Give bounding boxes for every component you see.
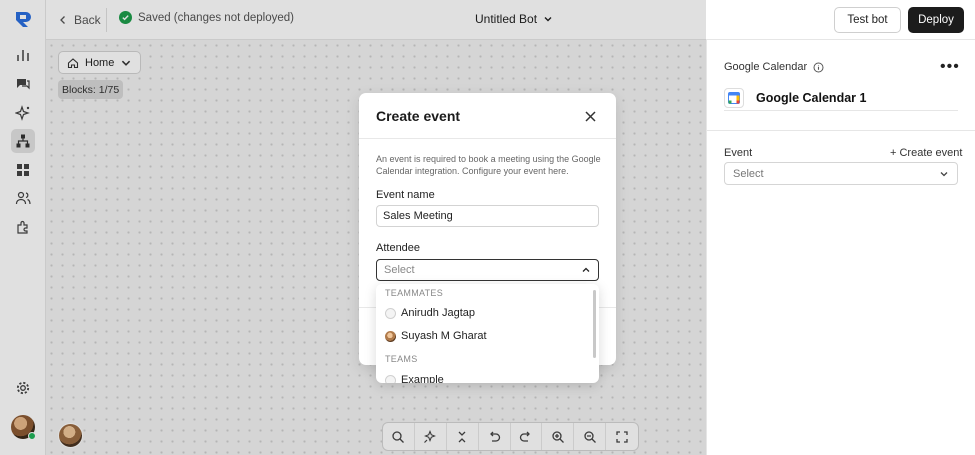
chevron-down-icon bbox=[940, 171, 948, 176]
avatar bbox=[385, 330, 396, 342]
info-icon[interactable] bbox=[813, 62, 824, 73]
teammate-name: Anirudh Jagtap bbox=[401, 307, 475, 319]
attendee-dropdown: TEAMMATES Anirudh Jagtap Suyash M Gharat… bbox=[376, 284, 599, 383]
teammate-name: Suyash M Gharat bbox=[401, 330, 487, 342]
attendee-label: Attendee bbox=[376, 242, 421, 254]
google-calendar-icon bbox=[724, 87, 744, 108]
event-select[interactable]: Select bbox=[724, 162, 958, 185]
chevron-up-icon bbox=[582, 267, 590, 272]
list-item[interactable]: Example bbox=[385, 372, 444, 383]
deploy-button[interactable]: Deploy bbox=[908, 7, 964, 33]
event-label: Event bbox=[724, 147, 753, 159]
panel-title: Google Calendar bbox=[724, 61, 808, 73]
modal-title: Create event bbox=[376, 108, 461, 124]
team-icon bbox=[385, 374, 396, 383]
create-event-link[interactable]: + Create event bbox=[890, 147, 962, 159]
teams-header: TEAMS bbox=[385, 354, 418, 364]
event-name-input[interactable] bbox=[376, 205, 599, 227]
more-options-icon[interactable]: ••• bbox=[940, 58, 960, 76]
block-name-row[interactable]: Google Calendar 1 bbox=[724, 87, 958, 111]
divider bbox=[359, 138, 616, 139]
avatar-placeholder-icon bbox=[385, 307, 396, 319]
attendee-placeholder: Select bbox=[384, 264, 415, 276]
event-select-placeholder: Select bbox=[733, 167, 764, 180]
block-name: Google Calendar 1 bbox=[756, 90, 867, 105]
attendee-select[interactable]: Select bbox=[376, 259, 599, 281]
test-bot-button[interactable]: Test bot bbox=[834, 7, 901, 33]
scrollbar[interactable] bbox=[593, 290, 596, 358]
team-name: Example bbox=[401, 374, 444, 383]
modal-description: An event is required to book a meeting u… bbox=[376, 154, 601, 176]
divider bbox=[707, 130, 975, 131]
close-icon[interactable] bbox=[581, 107, 599, 125]
event-name-label: Event name bbox=[376, 189, 435, 201]
list-item[interactable]: Suyash M Gharat bbox=[385, 328, 487, 344]
teammates-header: TEAMMATES bbox=[385, 288, 444, 298]
list-item[interactable]: Anirudh Jagtap bbox=[385, 305, 475, 321]
panel-header: Google Calendar bbox=[724, 61, 824, 73]
properties-panel: Google Calendar ••• Google Calendar 1 Ev… bbox=[706, 40, 975, 455]
